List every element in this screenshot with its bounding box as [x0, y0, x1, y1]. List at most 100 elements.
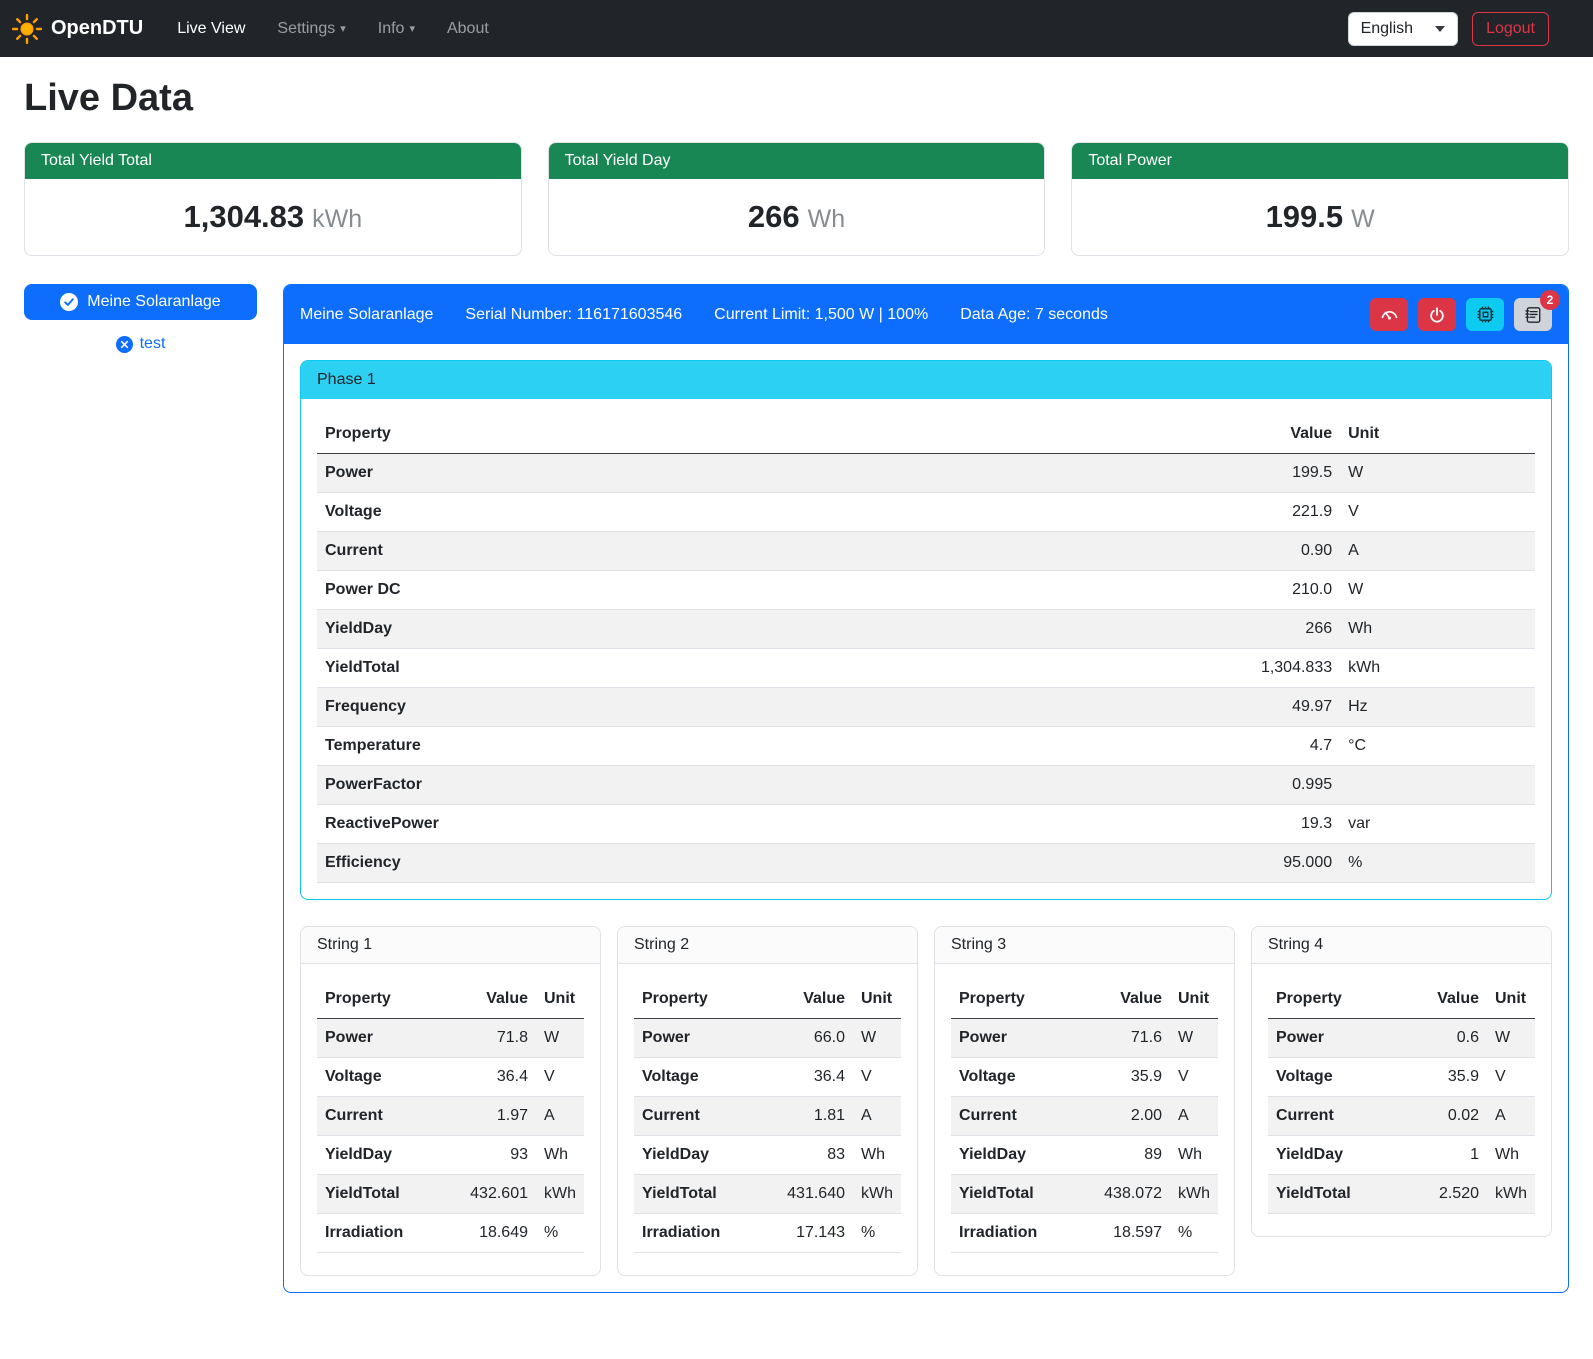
- speedometer-icon: [1380, 305, 1399, 324]
- phase-card: Phase 1 Property Value Unit Power199.5WV…: [300, 360, 1552, 900]
- unit-cell: kWh: [1340, 649, 1535, 688]
- power-button[interactable]: [1418, 298, 1456, 331]
- unit-cell: %: [1170, 1214, 1218, 1253]
- inverter-sidebar: Meine Solaranlage test: [24, 284, 257, 353]
- value-cell: 19.3: [1220, 805, 1340, 844]
- column-header-unit: Unit: [1340, 415, 1535, 454]
- table-row: Current0.90A: [317, 532, 1535, 571]
- inverter-select-button[interactable]: Meine Solaranlage: [24, 284, 257, 320]
- value-cell: 71.6: [1088, 1019, 1170, 1058]
- unit-cell: Wh: [853, 1136, 901, 1175]
- value-cell: 0.6: [1405, 1019, 1487, 1058]
- string-table: Property Value Unit Power71.8WVoltage36.…: [317, 980, 584, 1253]
- table-row: Current2.00A: [951, 1097, 1218, 1136]
- table-header-row: Property Value Unit: [634, 980, 901, 1019]
- string-card-body: Property Value Unit Power71.6WVoltage35.…: [935, 964, 1234, 1275]
- value-cell: 18.597: [1088, 1214, 1170, 1253]
- value-cell: 18.649: [454, 1214, 536, 1253]
- property-cell: YieldTotal: [951, 1175, 1088, 1214]
- value-cell: 1: [1405, 1136, 1487, 1175]
- inverter-test-label: test: [140, 335, 166, 353]
- table-row: YieldTotal431.640kWh: [634, 1175, 901, 1214]
- property-cell: Power DC: [317, 571, 1220, 610]
- string-card-title: String 4: [1252, 927, 1551, 964]
- language-select[interactable]: English: [1348, 12, 1458, 46]
- table-row: Current1.97A: [317, 1097, 584, 1136]
- string-table-body: Power71.6WVoltage35.9VCurrent2.00AYieldD…: [951, 1019, 1218, 1253]
- summary-cards: Total Yield Total 1,304.83kWh Total Yiel…: [24, 142, 1569, 256]
- property-cell: Power: [317, 454, 1220, 493]
- brand-link[interactable]: OpenDTU: [12, 14, 143, 44]
- value-cell: 66.0: [771, 1019, 853, 1058]
- value-cell: 95.000: [1220, 844, 1340, 883]
- inverter-serial: Serial Number: 116171603546: [465, 306, 682, 324]
- unit-cell: %: [1340, 844, 1535, 883]
- string-table: Property Value Unit Power66.0WVoltage36.…: [634, 980, 901, 1253]
- unit-cell: V: [536, 1058, 584, 1097]
- property-cell: YieldDay: [951, 1136, 1088, 1175]
- string-table-body: Power66.0WVoltage36.4VCurrent1.81AYieldD…: [634, 1019, 901, 1253]
- string-card: String 3 Property Value Unit Power71.6WV…: [934, 926, 1235, 1276]
- unit-cell: Wh: [1340, 610, 1535, 649]
- value-cell: 36.4: [454, 1058, 536, 1097]
- total-power-unit: W: [1351, 205, 1375, 233]
- nav-live-view[interactable]: Live View: [169, 12, 253, 46]
- value-cell: 0.02: [1405, 1097, 1487, 1136]
- string-card: String 4 Property Value Unit Power0.6WVo…: [1251, 926, 1552, 1237]
- unit-cell: Hz: [1340, 688, 1535, 727]
- limit-settings-button[interactable]: [1370, 298, 1408, 331]
- unit-cell: [1340, 766, 1535, 805]
- inverter-name: Meine Solaranlage: [300, 306, 433, 324]
- property-cell: Irradiation: [634, 1214, 771, 1253]
- column-header-value: Value: [1220, 415, 1340, 454]
- unit-cell: V: [853, 1058, 901, 1097]
- value-cell: 49.97: [1220, 688, 1340, 727]
- table-row: Irradiation17.143%: [634, 1214, 901, 1253]
- property-cell: Voltage: [634, 1058, 771, 1097]
- string-card-body: Property Value Unit Power71.8WVoltage36.…: [301, 964, 600, 1275]
- property-cell: Irradiation: [951, 1214, 1088, 1253]
- table-row: Power DC210.0W: [317, 571, 1535, 610]
- table-header-row: Property Value Unit: [1268, 980, 1535, 1019]
- logout-button[interactable]: Logout: [1472, 12, 1549, 46]
- nav-info[interactable]: Info▾: [370, 12, 423, 46]
- nav-about[interactable]: About: [439, 12, 497, 46]
- value-cell: 2.520: [1405, 1175, 1487, 1214]
- table-row: Voltage35.9V: [1268, 1058, 1535, 1097]
- table-row: YieldDay83Wh: [634, 1136, 901, 1175]
- value-cell: 4.7: [1220, 727, 1340, 766]
- table-row: YieldDay1Wh: [1268, 1136, 1535, 1175]
- value-cell: 89: [1088, 1136, 1170, 1175]
- value-cell: 221.9: [1220, 493, 1340, 532]
- nav-settings[interactable]: Settings▾: [269, 12, 353, 46]
- value-cell: 36.4: [771, 1058, 853, 1097]
- value-cell: 438.072: [1088, 1175, 1170, 1214]
- string-table: Property Value Unit Power0.6WVoltage35.9…: [1268, 980, 1535, 1214]
- property-cell: Current: [1268, 1097, 1405, 1136]
- string-card-body: Property Value Unit Power0.6WVoltage35.9…: [1252, 964, 1551, 1236]
- column-header-property: Property: [951, 980, 1088, 1019]
- card-title: Total Yield Total: [25, 143, 521, 179]
- unit-cell: °C: [1340, 727, 1535, 766]
- property-cell: Irradiation: [317, 1214, 454, 1253]
- string-table: Property Value Unit Power71.6WVoltage35.…: [951, 980, 1218, 1253]
- table-row: Power71.8W: [317, 1019, 584, 1058]
- inverter-actions: 2: [1370, 298, 1552, 331]
- unit-cell: A: [536, 1097, 584, 1136]
- column-header-property: Property: [1268, 980, 1405, 1019]
- unit-cell: kWh: [853, 1175, 901, 1214]
- string-table-body: Power0.6WVoltage35.9VCurrent0.02AYieldDa…: [1268, 1019, 1535, 1214]
- property-cell: Voltage: [317, 493, 1220, 532]
- property-cell: YieldDay: [1268, 1136, 1405, 1175]
- table-header-row: Property Value Unit: [317, 980, 584, 1019]
- value-cell: 1,304.833: [1220, 649, 1340, 688]
- inverter-test-link[interactable]: test: [24, 335, 257, 353]
- card-value: 1,304.83kWh: [25, 179, 521, 255]
- inverter-panel-body: Phase 1 Property Value Unit Power199.5WV…: [284, 344, 1568, 1292]
- property-cell: YieldDay: [317, 1136, 454, 1175]
- event-log-button[interactable]: 2: [1514, 298, 1552, 331]
- column-header-value: Value: [1405, 980, 1487, 1019]
- nav-info-label: Info: [378, 20, 405, 37]
- firmware-info-button[interactable]: [1466, 298, 1504, 331]
- unit-cell: Wh: [1170, 1136, 1218, 1175]
